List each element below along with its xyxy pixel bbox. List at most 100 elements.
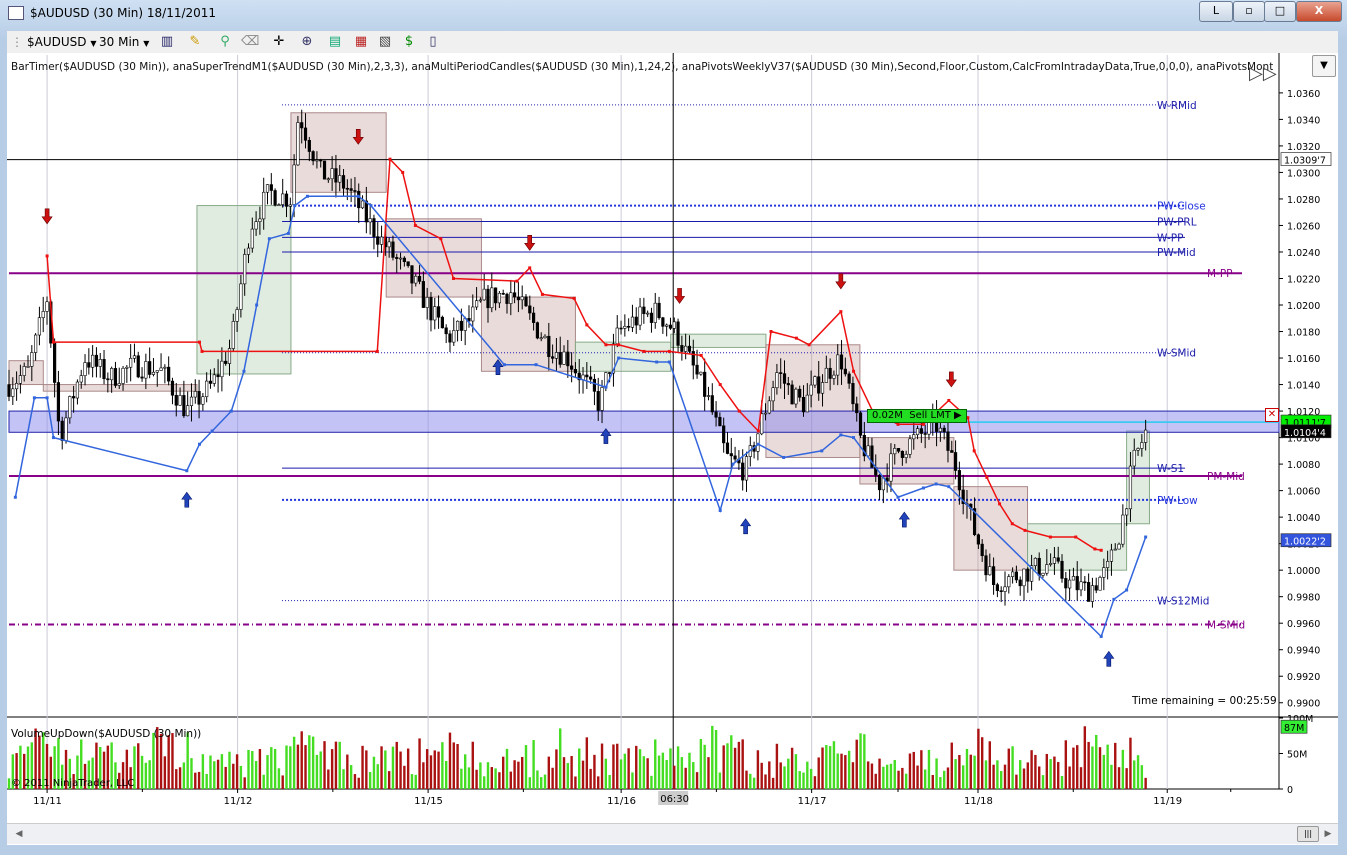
eraser-icon[interactable]: ⌫ [241, 34, 259, 50]
properties-icon[interactable]: ▯ [425, 34, 441, 50]
scroll-thumb[interactable]: ||| [1297, 826, 1319, 842]
bar-type-icon[interactable]: ▥ [159, 34, 175, 50]
volume-bar [159, 733, 163, 789]
cancel-order-icon[interactable]: ✕ [1265, 408, 1279, 422]
price-chart[interactable]: 11/11 11/12 11/15 11/16 11/17 11/18 11/19 1.036… [7, 53, 1338, 845]
candle-body [900, 450, 904, 458]
candle-body [771, 387, 775, 402]
crosshair-icon[interactable]: ✛ [271, 34, 287, 50]
pencil-icon[interactable]: ✎ [187, 34, 203, 50]
supertrend-blue-point [369, 204, 373, 208]
volume-bar [1140, 765, 1144, 789]
scroll-right-icon[interactable]: ▶ [1320, 826, 1336, 842]
candle-body [915, 428, 920, 436]
candle-body [649, 312, 654, 323]
interval-selector[interactable]: 30 Min ▼ [99, 33, 149, 51]
interval-label: 30 Min [99, 35, 140, 49]
candle-body [991, 566, 996, 585]
chart-style-icon[interactable]: ▧ [377, 34, 393, 50]
price-marker-label: 1.0104'4 [1284, 428, 1326, 439]
volume-bar [406, 748, 410, 789]
candle-body [706, 395, 711, 397]
volume-bar [1125, 768, 1128, 789]
candle-body [18, 375, 23, 384]
volume-bar [1072, 747, 1075, 789]
candle-body [756, 433, 760, 452]
candle-body [680, 345, 684, 352]
candle-body [486, 288, 490, 309]
volume-bar [444, 760, 448, 789]
candle-body [436, 306, 441, 318]
candle-body [976, 534, 980, 545]
chart-area[interactable]: 11/11 11/12 11/15 11/16 11/17 11/18 11/19 1.036… [7, 53, 1338, 845]
title-bar[interactable]: $AUDUSD (30 Min) 18/11/2011 L ▫ □ X [0, 0, 1347, 26]
indicators-icon[interactable]: ▤ [327, 34, 343, 50]
dollar-icon[interactable]: $ [401, 34, 417, 50]
x-tick-label: 11/11 [33, 796, 62, 807]
minimize-button[interactable]: L [1199, 1, 1233, 22]
volume-bar [171, 733, 174, 789]
supertrend-red-point [452, 276, 455, 280]
candle-body [877, 474, 882, 491]
maximize-button[interactable]: □ [1264, 1, 1296, 22]
candle-body [661, 317, 665, 327]
candle-body [801, 397, 806, 413]
volume-bar [376, 764, 379, 789]
volume-bar [718, 772, 722, 789]
volume-bar [1087, 741, 1090, 789]
volume-bar [551, 767, 554, 789]
volume-bar [809, 768, 813, 789]
candle-body [471, 306, 475, 322]
candle-body [30, 352, 34, 367]
candle-body [896, 448, 901, 452]
volume-bar [1064, 740, 1068, 789]
volume-bar [745, 770, 748, 789]
volume-bar [806, 761, 809, 789]
supertrend-red-point [667, 349, 671, 353]
volume-bar [688, 752, 691, 789]
x-tick-label: 11/18 [964, 796, 993, 807]
dropdown-button[interactable]: ▼ [1312, 55, 1336, 77]
zoom-icon[interactable]: ⊕ [299, 34, 315, 50]
restore-button[interactable]: ▫ [1233, 1, 1265, 22]
candle-body [539, 337, 543, 340]
volume-bar [825, 744, 828, 789]
pivot-label: W-SMid [1157, 348, 1196, 360]
y-tick-label: 1.0220 [1287, 274, 1320, 285]
candle-body [1026, 568, 1030, 582]
volume-bar [361, 745, 364, 789]
supertrend-blue-point [293, 204, 297, 208]
order-label[interactable]: 0.02M Sell LMT ▶ [867, 409, 967, 423]
volume-bar [197, 771, 201, 789]
instrument-selector[interactable]: $AUDUSD ▼ [27, 33, 97, 51]
volume-bar [1053, 756, 1056, 789]
volume-bar [866, 761, 870, 789]
candle-body [908, 438, 912, 455]
candle-body [56, 382, 61, 422]
y-tick-label: 0.9900 [1287, 699, 1320, 710]
scroll-left-icon[interactable]: ◀ [9, 826, 29, 842]
strategies-icon[interactable]: ▦ [353, 34, 369, 50]
volume-bar [627, 748, 630, 789]
volume-bar [346, 754, 349, 789]
volume-bar [262, 774, 265, 789]
candle-body [665, 324, 669, 327]
candle-body [767, 400, 771, 414]
candle-body [1109, 549, 1114, 562]
volume-bar [954, 759, 957, 789]
horizontal-scrollbar[interactable]: ◀ ||| ▶ [7, 823, 1338, 844]
volume-bar [817, 757, 820, 789]
close-button[interactable]: X [1296, 1, 1342, 22]
supertrend-red-point [972, 449, 976, 453]
candle-body [790, 384, 794, 405]
volume-bar [524, 745, 528, 789]
volume-bar [969, 754, 972, 789]
pin-icon[interactable]: ⚲ [217, 34, 233, 50]
supertrend-red-point [839, 310, 843, 314]
volume-bar [939, 777, 942, 789]
play-icon[interactable]: ▷▷ [1249, 63, 1277, 84]
candle-body [824, 367, 828, 383]
volume-bar [870, 763, 874, 789]
candle-body [60, 420, 64, 441]
candle-body [999, 590, 1003, 592]
